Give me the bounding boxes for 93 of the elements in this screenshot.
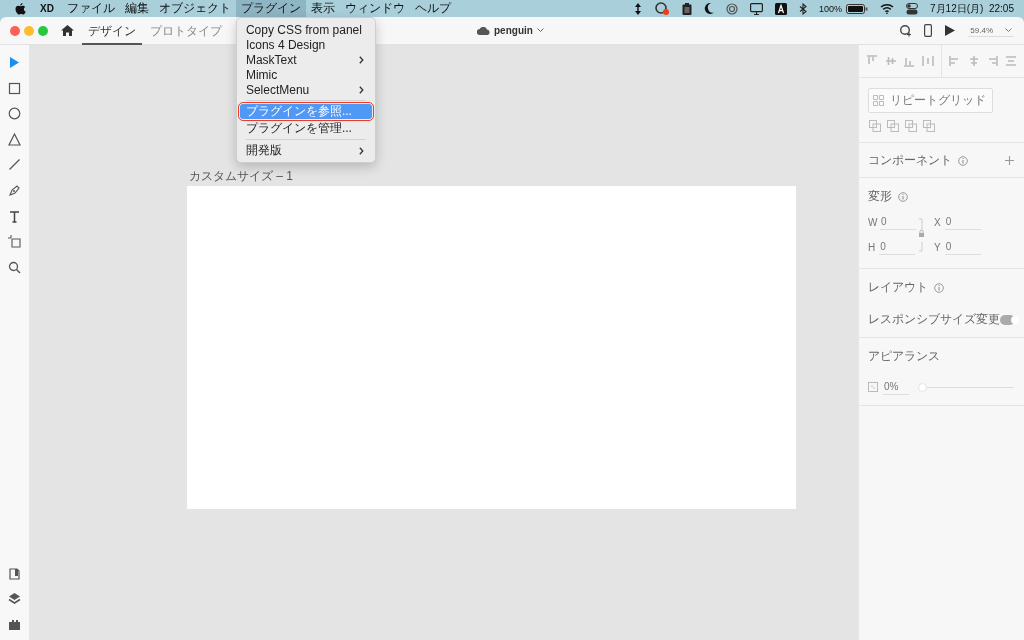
zoom-dropdown[interactable]: 59.4% (968, 24, 1014, 37)
chevron-down-icon[interactable] (536, 28, 544, 33)
section-title: レイアウト (868, 279, 928, 296)
wifi-icon (880, 3, 895, 14)
menu-item[interactable]: Copy CSS from panel (239, 22, 372, 37)
distribute-vertical-icon[interactable] (1004, 55, 1017, 67)
exclude-icon[interactable] (923, 120, 935, 132)
triangle-icon[interactable] (8, 132, 21, 146)
line-icon[interactable] (8, 158, 21, 172)
subtract-icon[interactable] (887, 120, 899, 132)
layers-icon[interactable] (8, 592, 21, 606)
phone-icon[interactable] (924, 24, 933, 37)
app-menu[interactable]: XD (40, 3, 54, 14)
text-icon[interactable] (8, 209, 21, 223)
align-bottom-icon[interactable] (903, 55, 916, 67)
pointer-icon[interactable] (8, 56, 21, 69)
input-field[interactable]: 0 (944, 214, 981, 230)
menu-item[interactable]: ファイル (61, 0, 120, 17)
section-title: コンポーネント (868, 152, 952, 169)
align-middle-icon[interactable] (884, 55, 897, 67)
repeat-grid-button[interactable]: リピートグリッド (868, 88, 993, 113)
play-icon[interactable] (945, 25, 956, 36)
airplay-audio-icon (726, 2, 739, 15)
clock: 7月12日(月) 22:05 (930, 1, 1014, 16)
sync-icon (654, 2, 671, 15)
bluetooth-icon (799, 2, 808, 15)
user-add-icon[interactable] (899, 24, 912, 37)
align-right-icon[interactable] (986, 55, 999, 67)
info-icon[interactable] (934, 282, 944, 293)
info-icon[interactable] (958, 155, 968, 166)
ellipse-icon[interactable] (8, 107, 21, 121)
pen-icon[interactable] (8, 183, 21, 197)
rectangle-icon[interactable] (8, 81, 21, 95)
zoom-level: 59.4% (970, 25, 993, 35)
tab[interactable]: デザイン (82, 16, 142, 45)
grid-icon (873, 95, 884, 106)
menu-item[interactable]: ヘルプ (409, 0, 456, 17)
battery-level: 100% (819, 3, 843, 14)
keyboard-input-icon (775, 2, 788, 15)
menu-item[interactable]: オブジェクト (153, 0, 236, 17)
document-icon[interactable] (8, 566, 21, 580)
distribute-horizontal-icon[interactable] (921, 55, 934, 67)
info-icon[interactable] (898, 191, 908, 202)
tab[interactable]: プロトタイプ (144, 16, 228, 45)
section-title: 変形 (868, 188, 892, 205)
chevron-right-icon (358, 55, 364, 64)
responsive-resize-label: レスポンシブサイズ変更 (868, 312, 1000, 327)
menu-item[interactable]: Mimic (239, 67, 372, 82)
align-center-icon[interactable] (967, 55, 980, 67)
display-icon (750, 2, 764, 15)
menu-item[interactable]: SelectMenu (239, 82, 372, 97)
menu-item[interactable]: 編集 (119, 0, 154, 17)
document-title: penguin (494, 25, 533, 36)
section-title: アピアランス (868, 348, 941, 365)
field-label: X (934, 216, 941, 228)
field-label: Y (934, 241, 941, 253)
artboard-icon[interactable] (8, 235, 21, 249)
plus-icon[interactable] (1005, 156, 1014, 165)
cloud-icon (477, 26, 490, 35)
chevron-right-icon (358, 85, 364, 94)
search-icon[interactable] (8, 260, 21, 274)
intersect-icon[interactable] (905, 120, 917, 132)
battery-icon (846, 3, 869, 14)
control-center-icon (906, 2, 919, 15)
clipboard-icon (682, 2, 693, 15)
menu-item[interactable]: プラグインを管理... (239, 121, 372, 136)
field-label: H (868, 241, 876, 253)
minimize-icon[interactable] (24, 25, 34, 36)
input-field[interactable]: 0 (944, 239, 981, 255)
moon-icon (704, 3, 715, 14)
maximize-icon[interactable] (38, 25, 48, 36)
input-field[interactable]: 0 (880, 214, 916, 230)
opacity-field[interactable]: 0% (883, 379, 909, 395)
input-field[interactable]: 0 (879, 239, 916, 255)
menu-item[interactable]: MaskText (239, 52, 372, 67)
menu-item[interactable]: Icons 4 Design (239, 37, 372, 52)
lock-icon[interactable] (918, 217, 925, 252)
union-icon[interactable] (869, 120, 881, 132)
menu-item[interactable]: ウィンドウ (339, 0, 410, 17)
align-top-icon[interactable] (866, 55, 879, 67)
chevron-down-icon (1005, 27, 1012, 33)
close-icon[interactable] (10, 25, 20, 36)
menu-item[interactable]: 開発版 (239, 143, 372, 158)
menu-item[interactable]: 表示 (305, 0, 340, 17)
chevron-right-icon (358, 146, 364, 155)
artboard-label: カスタムサイズ – 1 (189, 168, 294, 185)
vertical-arrows-icon (634, 2, 643, 15)
checkerboard-icon (868, 382, 878, 392)
home-icon[interactable] (61, 25, 74, 36)
menu-item[interactable]: プラグイン (235, 0, 306, 17)
field-label: W (868, 216, 876, 228)
apple-icon[interactable] (15, 2, 26, 15)
puzzle-icon[interactable] (8, 618, 21, 631)
